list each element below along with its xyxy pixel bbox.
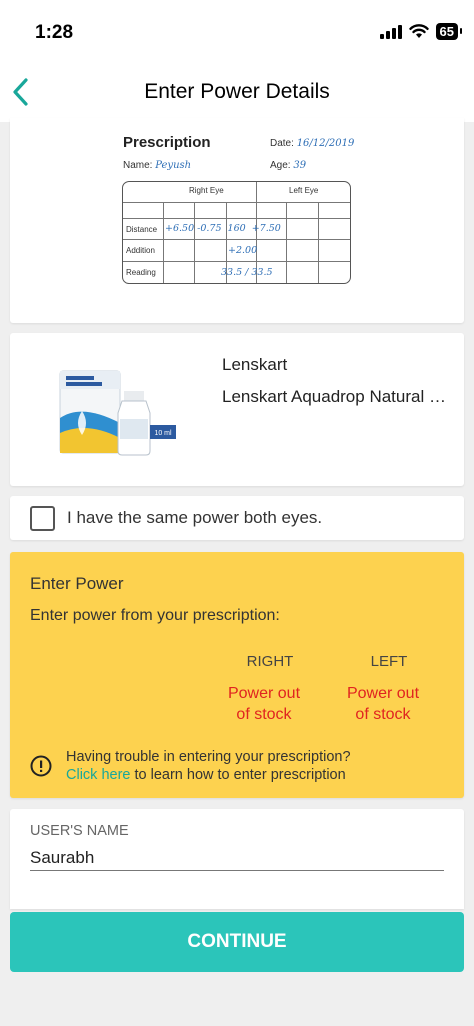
prescription-table: Right Eye Left Eye Distance +6.50 -0.75 …	[122, 181, 351, 284]
left-eye-header: Left Eye	[289, 186, 319, 195]
home-indicator-area	[0, 972, 474, 1026]
row-label-distance: Distance	[126, 225, 158, 234]
status-bar: 1:28 65	[0, 0, 474, 62]
info-icon	[30, 755, 52, 777]
help-text: Having trouble in entering your prescrip…	[66, 749, 351, 783]
user-name-card: USER'S NAME	[10, 809, 464, 909]
wifi-icon	[408, 24, 429, 38]
rx-name: Name: Peyush	[123, 160, 192, 171]
prescription-title: Prescription	[123, 134, 211, 151]
product-name: Lenskart Aquadrop Natural Lubricant Eye …	[222, 387, 454, 406]
same-power-label: I have the same power both eyes.	[67, 508, 323, 527]
product-image: 10 ml	[52, 363, 182, 463]
right-eye-header: Right Eye	[189, 186, 224, 195]
right-column-header: RIGHT	[246, 653, 294, 670]
row-value-reading: 33.5 / 33.5	[221, 267, 273, 278]
user-name-label: USER'S NAME	[30, 823, 129, 839]
battery-icon: 65	[435, 23, 463, 40]
row-value-distance: +6.50 -0.75 160 +7.50	[165, 223, 281, 234]
help-link[interactable]: Click here	[66, 767, 130, 783]
enter-power-panel: Enter Power Enter power from your prescr…	[10, 552, 464, 798]
status-icons: 65	[379, 23, 463, 40]
user-name-input[interactable]	[30, 845, 444, 871]
enter-power-subtitle: Enter power from your prescription:	[30, 607, 280, 624]
rx-age: Age: 39	[270, 160, 307, 171]
product-card[interactable]: 10 ml Lenskart Lenskart Aquadrop Natural…	[10, 333, 464, 486]
row-value-addition: +2.00	[228, 245, 258, 256]
app-header: Enter Power Details	[0, 62, 474, 122]
rx-date: Date: 16/12/2019	[270, 138, 355, 149]
row-label-addition: Addition	[126, 246, 155, 255]
continue-button[interactable]: CONTINUE	[10, 912, 464, 972]
page-title: Enter Power Details	[144, 80, 330, 103]
right-power-status: Power out of stock	[227, 685, 301, 723]
left-power-status: Power out of stock	[346, 685, 420, 723]
same-power-checkbox[interactable]	[30, 505, 55, 531]
same-power-row[interactable]: I have the same power both eyes.	[10, 496, 464, 540]
prescription-card: Prescription Date: 16/12/2019 Name: Peyu…	[10, 118, 464, 323]
status-time: 1:28	[35, 22, 74, 43]
left-column-header: LEFT	[370, 653, 408, 670]
signal-icon	[379, 24, 402, 39]
product-image-volume: 10 ml	[154, 430, 172, 437]
enter-power-title: Enter Power	[30, 574, 124, 593]
product-brand: Lenskart	[222, 355, 288, 374]
row-label-reading: Reading	[126, 268, 156, 277]
